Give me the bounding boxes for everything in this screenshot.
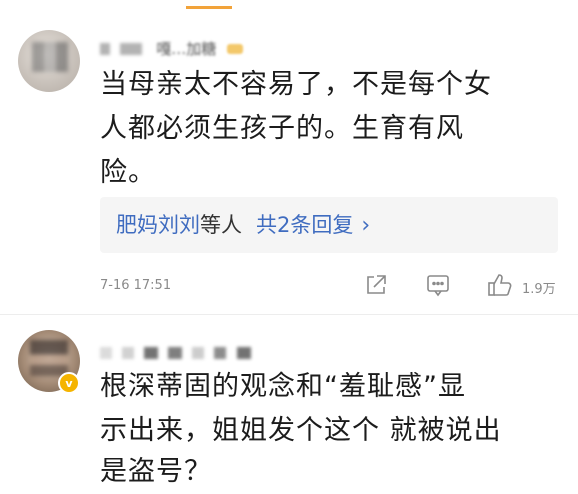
comment-meta: 7-16 17:51 1.9万 bbox=[100, 271, 560, 301]
comment-icon[interactable] bbox=[424, 271, 452, 303]
comment-text-line: 是盗号？ bbox=[100, 456, 212, 487]
divider bbox=[0, 314, 578, 315]
comment-text-line: 人都必须生孩子的。生育有风 bbox=[100, 113, 464, 144]
user-badge-icon bbox=[227, 43, 244, 54]
share-icon[interactable] bbox=[362, 271, 390, 303]
verified-badge-icon: v bbox=[58, 372, 80, 394]
username-text[interactable]: 嘎…加糖 bbox=[156, 40, 216, 58]
top-edge-accent bbox=[186, 6, 232, 9]
comment-text-line: 当母亲太不容易了，不是每个女 bbox=[100, 69, 492, 100]
like-icon[interactable] bbox=[486, 271, 516, 303]
comment-text-line: 险。 bbox=[100, 157, 156, 188]
comment-text-line: 根深蒂固的观念和“羞耻感”显 bbox=[100, 371, 466, 402]
username[interactable] bbox=[100, 342, 256, 364]
replies-link[interactable]: 肥妈刘刘等人 共2条回复 › bbox=[100, 197, 558, 253]
reply-user-names[interactable]: 肥妈刘刘 bbox=[116, 213, 200, 237]
reply-count[interactable]: 共2条回复 bbox=[256, 213, 353, 237]
comment-text-line: 示出来，姐姐发个这个 就被说出 bbox=[100, 415, 502, 446]
username[interactable]: 嘎…加糖 bbox=[100, 38, 244, 60]
comment-time: 7-16 17:51 bbox=[100, 278, 172, 293]
reply-suffix: 等人 bbox=[200, 213, 242, 237]
like-count: 1.9万 bbox=[522, 282, 556, 297]
chevron-right-icon: › bbox=[361, 213, 371, 238]
avatar[interactable] bbox=[18, 30, 80, 92]
